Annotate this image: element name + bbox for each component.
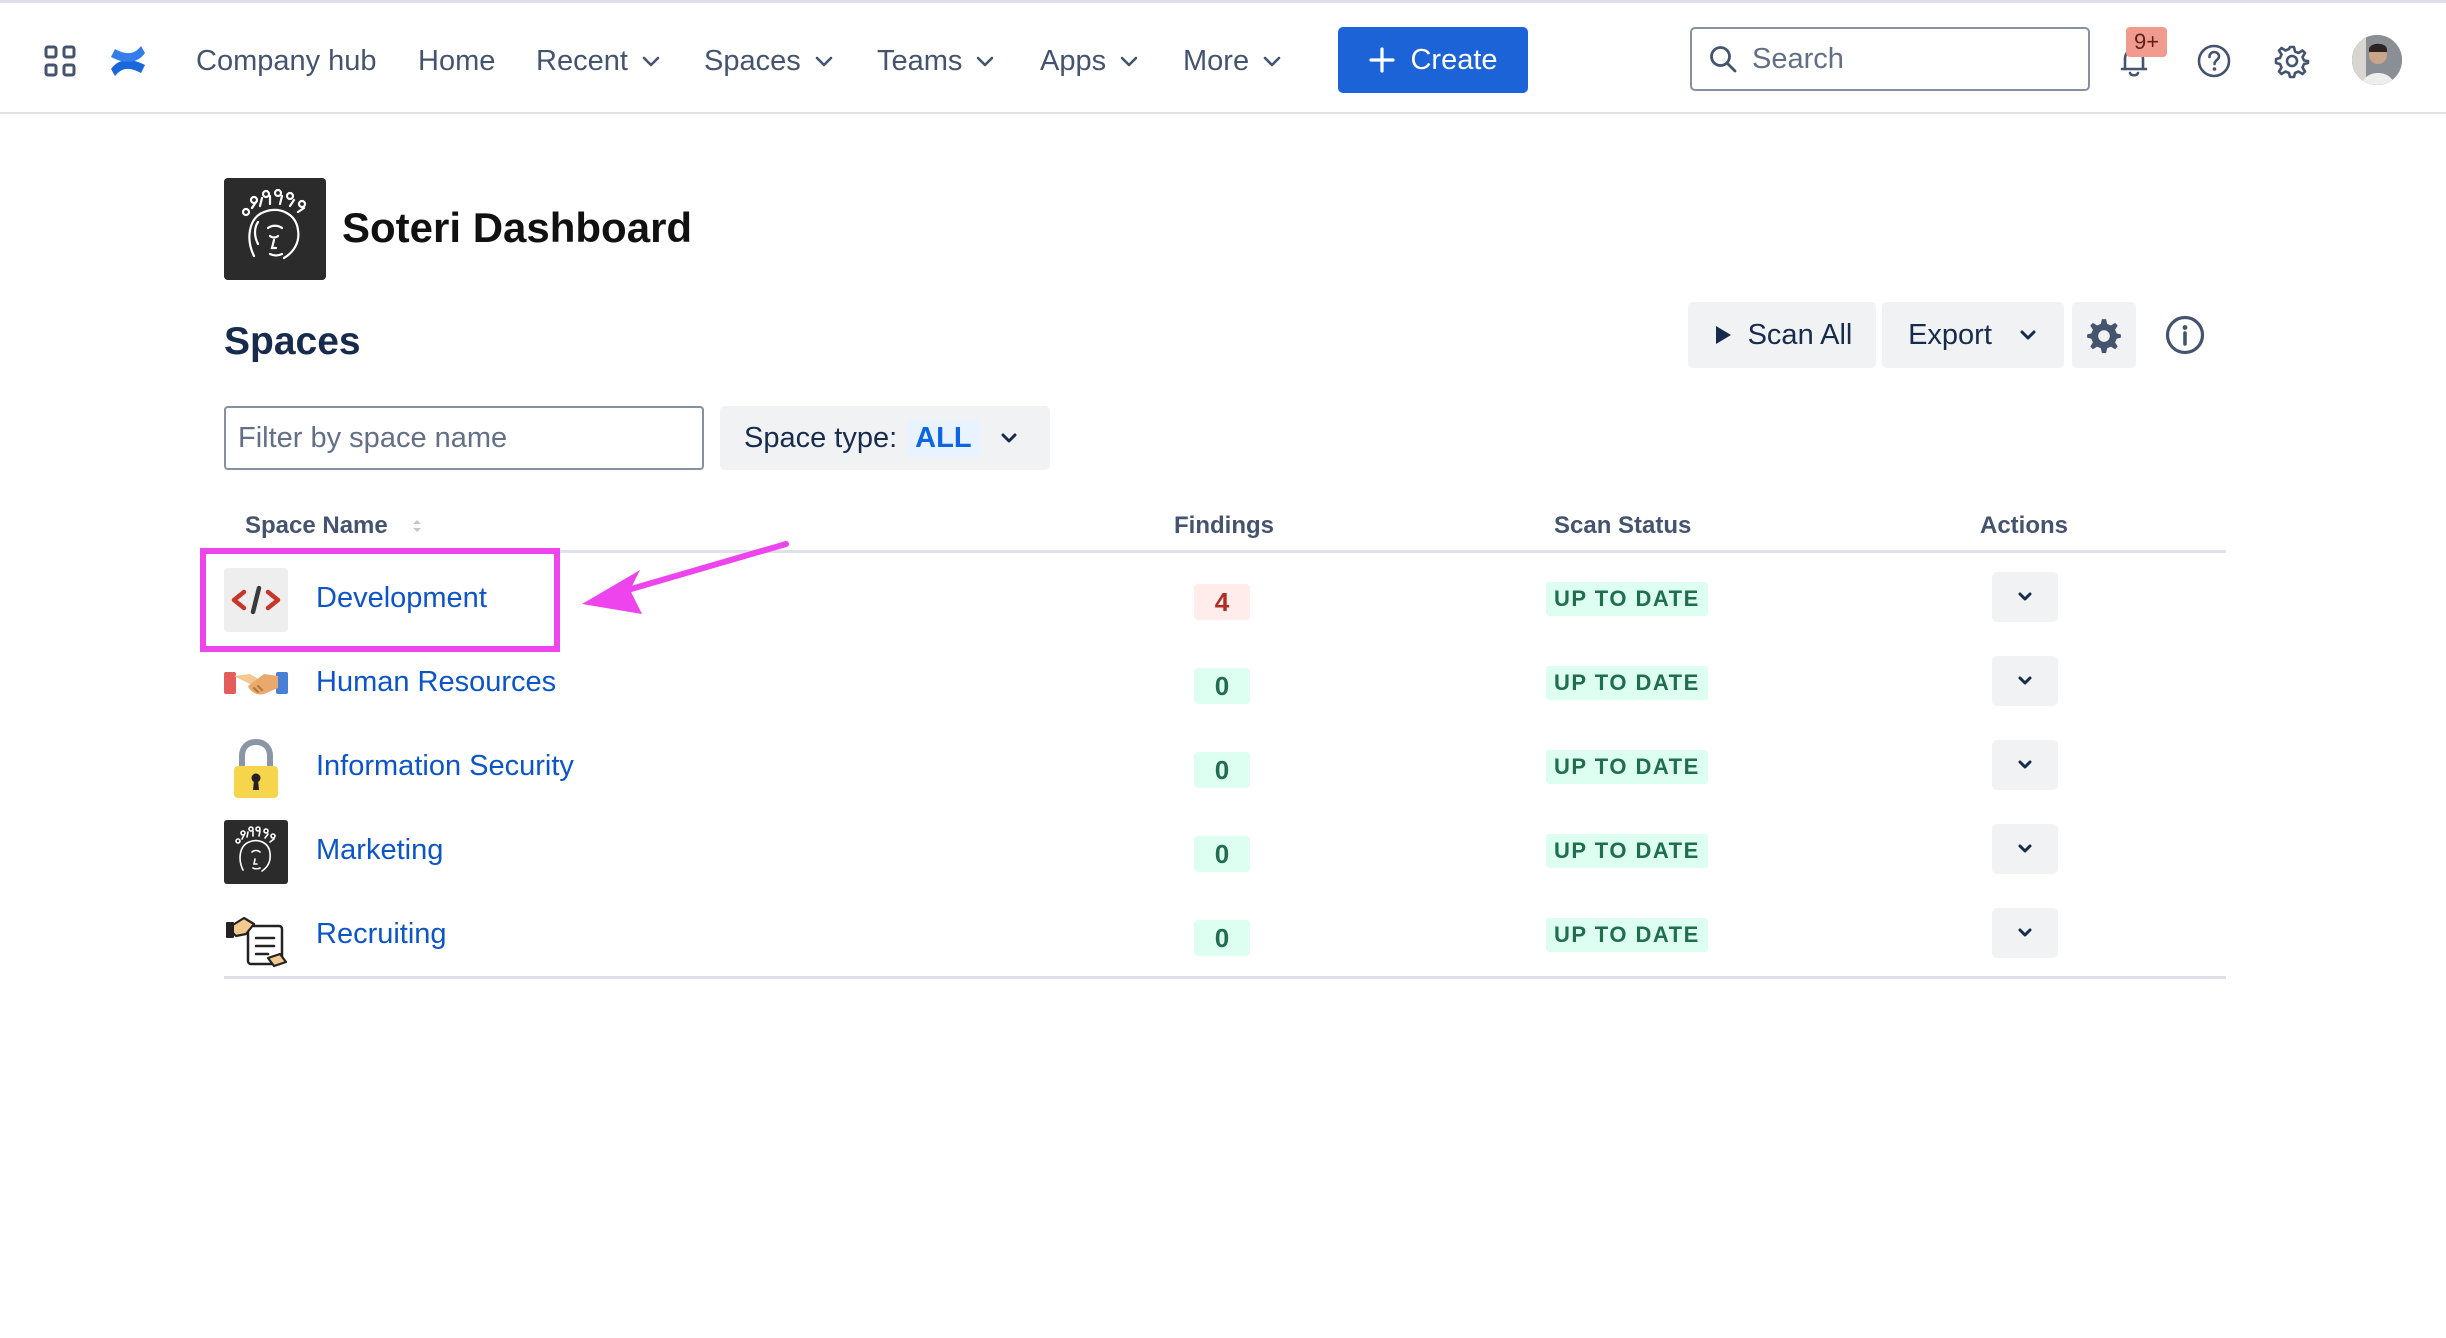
space-link-recruiting[interactable]: Recruiting	[316, 918, 447, 951]
findings-count: 4	[1194, 584, 1250, 620]
chevron-down-icon	[1263, 56, 1281, 67]
export-button[interactable]: Export	[1882, 302, 2064, 368]
app-switcher-icon[interactable]	[44, 45, 76, 77]
top-navigation: Company hub Home Recent Spaces Teams App…	[0, 0, 2446, 114]
space-link-marketing[interactable]: Marketing	[316, 834, 443, 867]
settings-gear-icon[interactable]	[2274, 43, 2310, 79]
row-actions-button[interactable]	[1992, 824, 2058, 874]
user-photo-icon	[2352, 35, 2402, 85]
chevron-down-icon	[2018, 844, 2032, 853]
table-row: Information Security 0 UP TO DATE	[224, 726, 2226, 810]
space-link-information-security[interactable]: Information Security	[316, 750, 574, 783]
table-row: Marketing 0 UP TO DATE	[224, 810, 2226, 894]
recruiting-icon	[226, 916, 288, 968]
chevron-down-icon	[642, 56, 660, 67]
nav-company-hub[interactable]: Company hub	[196, 39, 377, 83]
play-icon	[1715, 326, 1731, 344]
chevron-down-icon	[1120, 56, 1138, 67]
status-badge: UP TO DATE	[1546, 582, 1708, 616]
lock-icon	[234, 738, 278, 798]
nav-more[interactable]: More	[1183, 39, 1283, 83]
nav-home[interactable]: Home	[418, 39, 495, 83]
chevron-down-icon	[977, 56, 994, 67]
table-row: Recruiting 0 UP TO DATE	[224, 894, 2226, 978]
row-actions-button[interactable]	[1992, 908, 2058, 958]
column-header-space-name[interactable]: Space Name	[245, 512, 424, 540]
column-header-findings: Findings	[1174, 512, 1274, 539]
user-avatar[interactable]	[2352, 35, 2402, 85]
filter-by-space-name-input[interactable]	[224, 406, 704, 470]
sort-icon	[412, 520, 421, 532]
info-icon[interactable]	[2164, 314, 2206, 356]
chevron-down-icon	[815, 56, 833, 67]
chevron-down-icon	[1001, 433, 1017, 443]
findings-count: 0	[1194, 836, 1250, 872]
soteri-logo-icon	[224, 820, 288, 884]
status-badge: UP TO DATE	[1546, 750, 1708, 784]
nav-spaces[interactable]: Spaces	[704, 39, 835, 83]
scan-all-button[interactable]: Scan All	[1688, 302, 1876, 368]
search-icon	[1710, 46, 1737, 73]
findings-count: 0	[1194, 752, 1250, 788]
code-icon	[224, 568, 288, 632]
space-link-human-resources[interactable]: Human Resources	[316, 666, 556, 699]
status-badge: UP TO DATE	[1546, 918, 1708, 952]
soteri-logo-icon	[224, 178, 326, 280]
search-input[interactable]	[1752, 42, 2072, 76]
column-header-scan-status: Scan Status	[1554, 512, 1692, 539]
chevron-down-icon	[2018, 760, 2032, 769]
space-link-development[interactable]: Development	[316, 582, 487, 615]
findings-count: 0	[1194, 920, 1250, 956]
column-header-actions: Actions	[1980, 512, 2069, 539]
chevron-down-icon	[2018, 928, 2032, 937]
create-button[interactable]: Create	[1338, 27, 1528, 93]
chevron-down-icon	[2018, 592, 2032, 601]
chevron-down-icon	[2020, 330, 2036, 340]
plus-icon	[1369, 47, 1396, 73]
nav-apps[interactable]: Apps	[1040, 39, 1140, 83]
section-title-spaces: Spaces	[224, 320, 361, 363]
table-row: Development 4 UP TO DATE	[224, 558, 2226, 642]
gear-icon	[2087, 319, 2121, 353]
nav-teams[interactable]: Teams	[877, 39, 996, 83]
scan-settings-button[interactable]	[2072, 302, 2136, 368]
handshake-icon	[224, 672, 288, 695]
notification-count-badge: 9+	[2126, 27, 2168, 57]
row-actions-button[interactable]	[1992, 740, 2058, 790]
space-type-value: ALL	[907, 419, 980, 457]
table-header-divider	[224, 550, 2226, 553]
findings-count: 0	[1194, 668, 1250, 704]
status-badge: UP TO DATE	[1546, 834, 1708, 868]
table-footer-divider	[224, 976, 2226, 979]
nav-recent[interactable]: Recent	[536, 39, 662, 83]
search-box[interactable]	[1690, 27, 2090, 91]
help-icon[interactable]	[2196, 43, 2232, 79]
space-type-dropdown[interactable]: Space type: ALL	[720, 406, 1050, 470]
chevron-down-icon	[2018, 676, 2032, 685]
page-title: Soteri Dashboard	[342, 204, 693, 251]
row-actions-button[interactable]	[1992, 572, 2058, 622]
confluence-logo-icon[interactable]	[108, 41, 148, 81]
status-badge: UP TO DATE	[1546, 666, 1708, 700]
row-actions-button[interactable]	[1992, 656, 2058, 706]
table-row: Human Resources 0 UP TO DATE	[224, 642, 2226, 726]
